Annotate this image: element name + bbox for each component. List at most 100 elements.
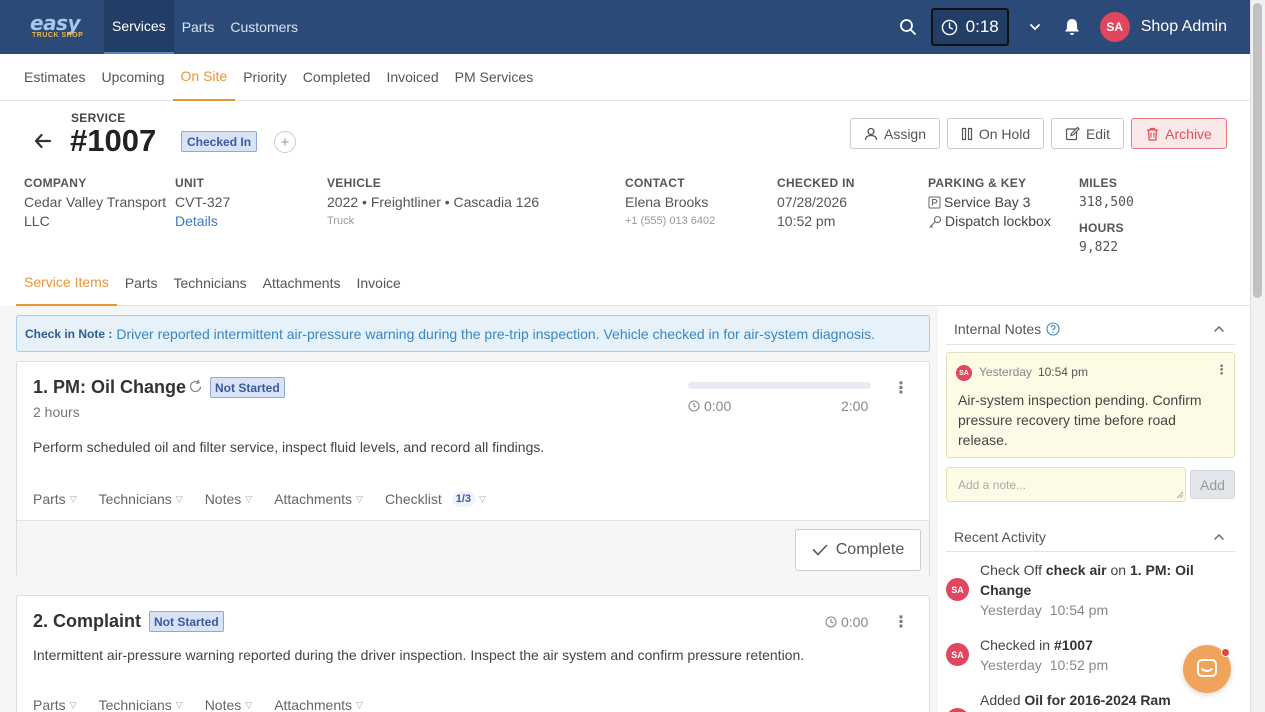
time-clock-button[interactable]: 0:18	[930, 8, 1009, 46]
subnav-invoiced[interactable]: Invoiced	[378, 54, 446, 101]
service-item-description: Perform scheduled oil and filter service…	[33, 439, 545, 455]
subtab-parts-label: Parts	[33, 491, 66, 507]
tab-parts[interactable]: Parts	[117, 260, 166, 306]
recent-activity-header[interactable]: Recent Activity	[954, 529, 1046, 545]
internal-notes-header[interactable]: Internal Notes	[954, 321, 1060, 337]
contact-name: Elena Brooks	[625, 194, 709, 210]
collapse-activity-icon[interactable]	[1212, 530, 1226, 547]
user-name[interactable]: Shop Admin	[1141, 18, 1227, 36]
nav-services[interactable]: Services	[104, 0, 174, 54]
nav-customers[interactable]: Customers	[222, 0, 306, 54]
caret-down-icon: ▽	[356, 699, 363, 710]
unit-info: UNIT CVT-327 Details	[175, 174, 230, 231]
subtab-notes[interactable]: Notes ▽	[205, 491, 253, 507]
note-day: Yesterday	[979, 365, 1032, 379]
subtab-attachments[interactable]: Attachments ▽	[274, 491, 363, 507]
service-detail-tabs: Service Items Parts Technicians Attachme…	[16, 260, 1250, 306]
user-avatar[interactable]: SA	[1099, 12, 1130, 42]
subtab-notes-label: Notes	[204, 697, 242, 712]
service-item-status: Not Started	[149, 611, 224, 632]
note-author-avatar: SA	[956, 365, 972, 381]
back-arrow-icon[interactable]	[33, 131, 53, 154]
subnav-completed[interactable]: Completed	[295, 54, 379, 101]
service-number: #1007	[70, 123, 157, 158]
vehicle-value: 2022 • Freightliner • Cascadia 126	[327, 194, 540, 210]
checkin-note: Check in Note : Driver reported intermit…	[16, 315, 930, 352]
search-icon[interactable]	[899, 18, 917, 36]
service-item-title: 1. PM: Oil Change	[33, 377, 187, 397]
parking-label: PARKING & KEY	[928, 176, 1027, 190]
subtab-technicians[interactable]: Technicians ▽	[99, 697, 183, 712]
user-icon	[864, 127, 878, 141]
subtab-notes-label: Notes	[204, 491, 242, 507]
complete-button[interactable]: Complete	[795, 529, 921, 571]
tab-service-items[interactable]: Service Items	[16, 260, 117, 306]
more-options-icon[interactable]: ⋮	[893, 378, 909, 398]
app-logo[interactable]: easy TRUCK SHOP	[0, 0, 104, 54]
add-tag-button[interactable]: +	[274, 131, 296, 153]
parking-icon	[928, 196, 941, 209]
unit-details-link[interactable]: Details	[175, 212, 230, 231]
checked-in-info: CHECKED IN 07/28/2026 10:52 pm	[777, 174, 855, 231]
checked-in-label: CHECKED IN	[777, 176, 855, 190]
more-options-icon[interactable]: ⋮	[893, 612, 909, 632]
help-icon[interactable]	[1046, 322, 1060, 336]
divider	[946, 551, 1235, 552]
service-item-title: 2. Complaint	[33, 611, 142, 631]
chat-icon	[1196, 658, 1218, 680]
subnav-upcoming[interactable]: Upcoming	[93, 54, 172, 101]
tab-attachments[interactable]: Attachments	[255, 260, 349, 306]
divider	[946, 344, 1235, 345]
caret-down-icon: ▽	[69, 699, 77, 710]
parking-bay-value: Service Bay 3	[944, 194, 1031, 210]
activity-day: Yesterday	[980, 657, 1042, 673]
subtab-checklist[interactable]: Checklist 1/3 ▽	[385, 491, 486, 507]
time-spent: 0:00	[688, 398, 731, 414]
resize-handle-icon[interactable]	[1176, 491, 1184, 499]
service-item-description: Intermittent air-pressure warning report…	[33, 647, 805, 663]
clock-icon	[688, 400, 700, 412]
checked-in-date: 07/28/2026	[777, 194, 848, 210]
service-item-subtabs: Parts ▽ Technicians ▽ Notes ▽ Attachments ▽ …	[33, 491, 508, 507]
trash-icon	[1146, 127, 1159, 141]
activity-subject: #1007	[1053, 637, 1093, 653]
activity-day: Yesterday	[980, 602, 1042, 618]
subtab-parts[interactable]: Parts ▽	[33, 491, 77, 507]
subtab-checklist-label: Checklist	[384, 491, 442, 507]
checkin-note-text: Driver reported intermittent air-pressur…	[116, 325, 876, 342]
subtab-attachments[interactable]: Attachments ▽	[274, 697, 363, 712]
tab-invoice[interactable]: Invoice	[348, 260, 408, 306]
miles-value: 318,500	[1079, 195, 1134, 210]
subnav-on-site[interactable]: On Site	[172, 54, 236, 101]
status-badge: Checked In	[181, 131, 258, 152]
key-location: Dispatch lockbox	[928, 212, 1051, 231]
tab-technicians[interactable]: Technicians	[166, 260, 255, 306]
bell-icon[interactable]	[1062, 17, 1082, 37]
add-note-button[interactable]: Add	[1190, 470, 1235, 499]
archive-button[interactable]: Archive	[1131, 118, 1227, 149]
logo-text: easy	[30, 11, 81, 35]
recurring-icon	[188, 379, 203, 394]
chevron-down-icon[interactable]	[1028, 20, 1042, 34]
activity-time: 10:52 pm	[1049, 657, 1109, 673]
scrollbar-thumb[interactable]	[1253, 3, 1262, 298]
contact-phone[interactable]: +1 (555) 013 6402	[625, 212, 715, 231]
complete-label: Complete	[835, 541, 905, 558]
subnav-priority[interactable]: Priority	[235, 54, 295, 101]
top-navbar: easy TRUCK SHOP Services Parts Customers…	[0, 0, 1250, 54]
collapse-notes-icon[interactable]	[1212, 322, 1226, 339]
nav-parts[interactable]: Parts	[174, 0, 223, 54]
assign-button[interactable]: Assign	[850, 118, 940, 149]
on-hold-button[interactable]: On Hold	[947, 118, 1044, 149]
note-timestamp: Yesterday 10:54 pm	[979, 365, 1088, 379]
subnav-estimates[interactable]: Estimates	[16, 54, 93, 101]
add-note-input[interactable]: Add a note...	[946, 467, 1186, 502]
caret-down-icon: ▽	[175, 699, 183, 710]
subnav-pm-services[interactable]: PM Services	[447, 54, 542, 101]
activity-connector: on	[1110, 562, 1127, 578]
note-options-icon[interactable]: ⋮	[1215, 362, 1228, 378]
edit-button[interactable]: Edit	[1051, 118, 1124, 149]
subtab-technicians[interactable]: Technicians ▽	[99, 491, 183, 507]
subtab-parts[interactable]: Parts ▽	[33, 697, 77, 712]
subtab-notes[interactable]: Notes ▽	[205, 697, 253, 712]
